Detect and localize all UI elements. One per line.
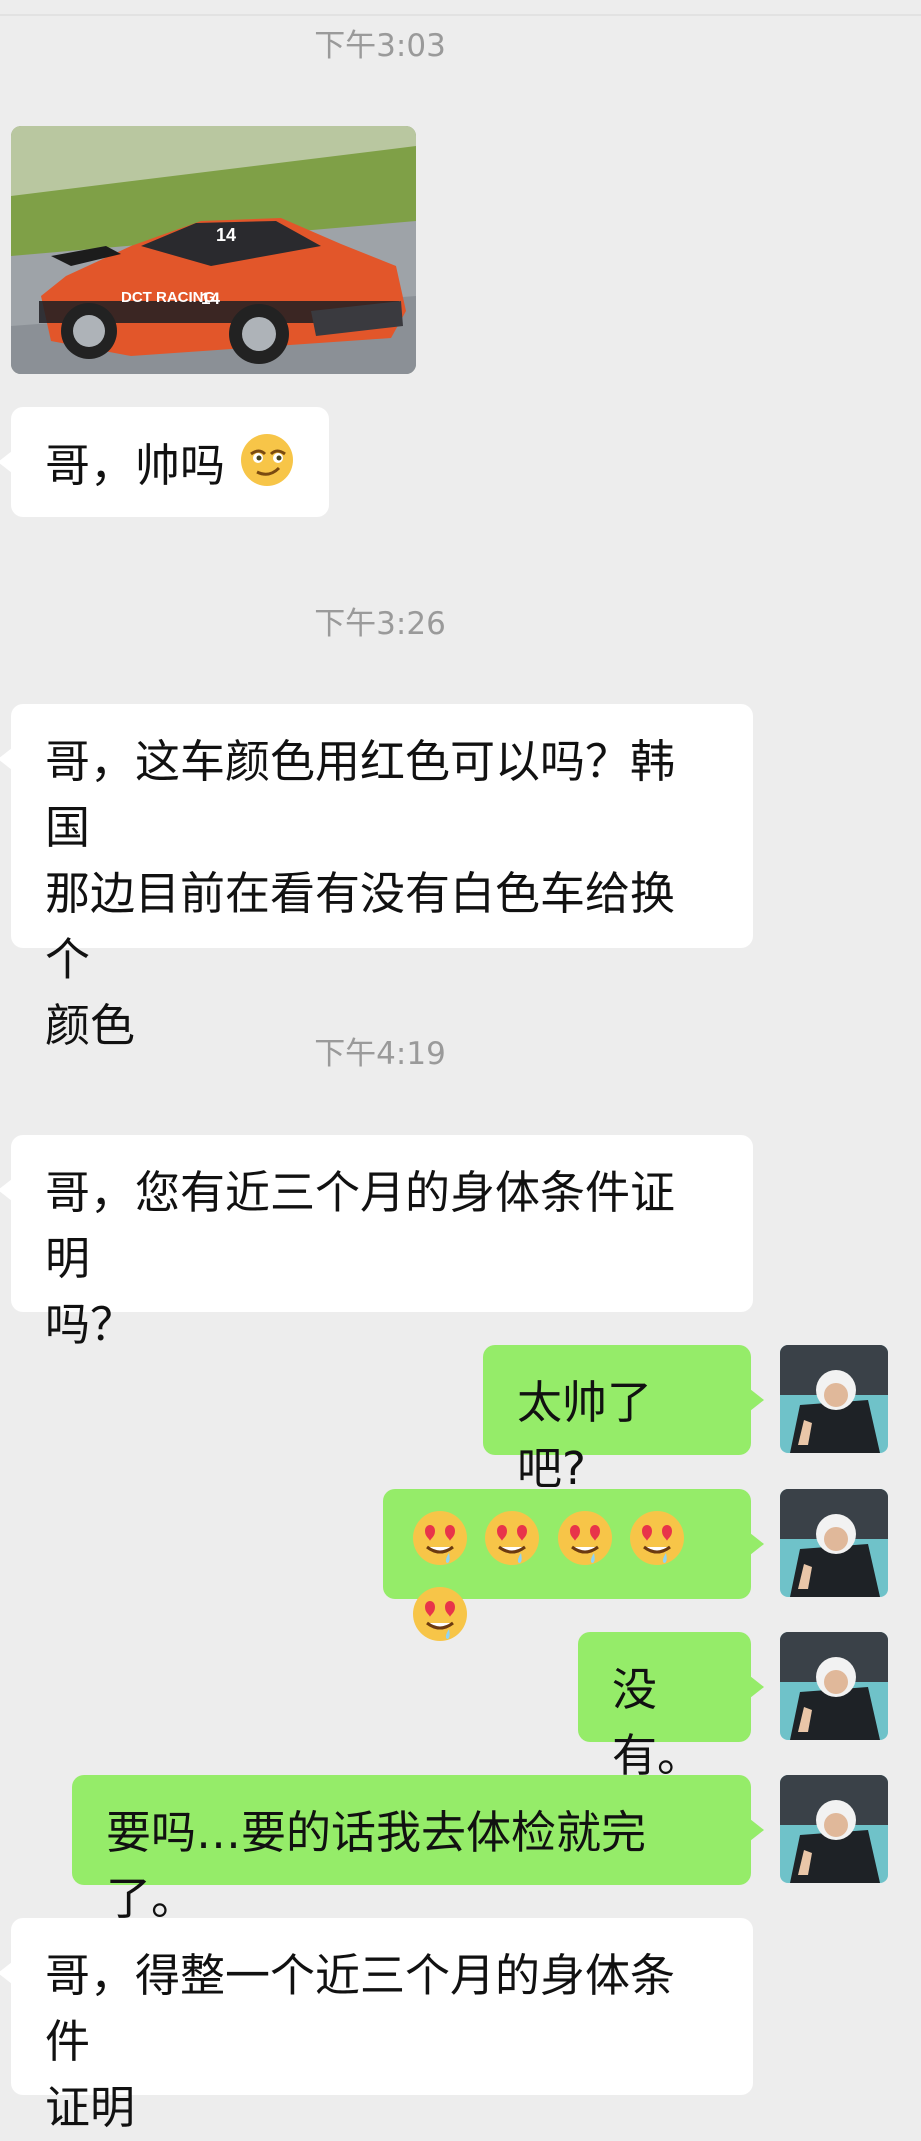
top-divider [0,14,921,16]
race-car-image: 14 14 DCT RACING [11,126,416,374]
message-line: 哥，您有近三个月的身体条件证明 [45,1166,676,1285]
outgoing-message[interactable] [383,1489,764,1641]
message-line: 证明 [45,2081,136,2134]
svg-text:DCT RACING: DCT RACING [121,289,215,306]
message-text: 太帅了吧? [517,1376,653,1495]
outgoing-message[interactable]: 要吗…要的话我去体检就完了。 [72,1775,764,1925]
incoming-message[interactable]: 哥，这车颜色用红色可以吗？韩国 那边目前在看有没有白色车给换个 颜色 [0,704,753,1052]
incoming-message[interactable]: 哥，帅吗 [0,407,330,517]
race-car-photo[interactable]: 14 14 DCT RACING [11,126,416,374]
smirk-face-icon [239,432,295,506]
user-avatar[interactable] [780,1489,888,1597]
user-avatar[interactable] [780,1632,888,1740]
message-line: 哥，这车颜色用红色可以吗？韩国 [45,735,676,854]
heart-eyes-drool-icon [411,1585,469,1661]
message-line: 那边目前在看有没有白色车给换个 [45,867,676,986]
svg-text:14: 14 [216,225,236,245]
heart-eyes-drool-icon [483,1509,541,1585]
message-text: 哥，帅吗 [45,439,226,492]
incoming-message[interactable]: 哥，您有近三个月的身体条件证明 吗？ [0,1135,753,1351]
timestamp: 下午3:03 [314,28,446,64]
timestamp: 下午4:19 [314,1036,446,1072]
user-avatar[interactable] [780,1345,888,1453]
message-text: 没有。 [612,1663,703,1782]
timestamp: 下午3:26 [314,606,446,642]
user-avatar[interactable] [780,1775,888,1883]
heart-eyes-drool-icon [411,1509,469,1585]
incoming-message[interactable]: 哥，得整一个近三个月的身体条件 证明 [0,1918,753,2134]
avatar-image [780,1345,888,1453]
heart-eyes-drool-icon [556,1509,614,1585]
message-text: 要吗…要的话我去体检就完了。 [106,1806,647,1925]
outgoing-message[interactable]: 太帅了吧? [483,1345,764,1495]
heart-eyes-drool-icon [628,1509,686,1585]
avatar-image [780,1775,888,1883]
avatar-image [780,1489,888,1597]
avatar-image [780,1632,888,1740]
message-line: 哥，得整一个近三个月的身体条件 [45,1949,676,2068]
outgoing-message[interactable]: 没有。 [578,1632,764,1782]
